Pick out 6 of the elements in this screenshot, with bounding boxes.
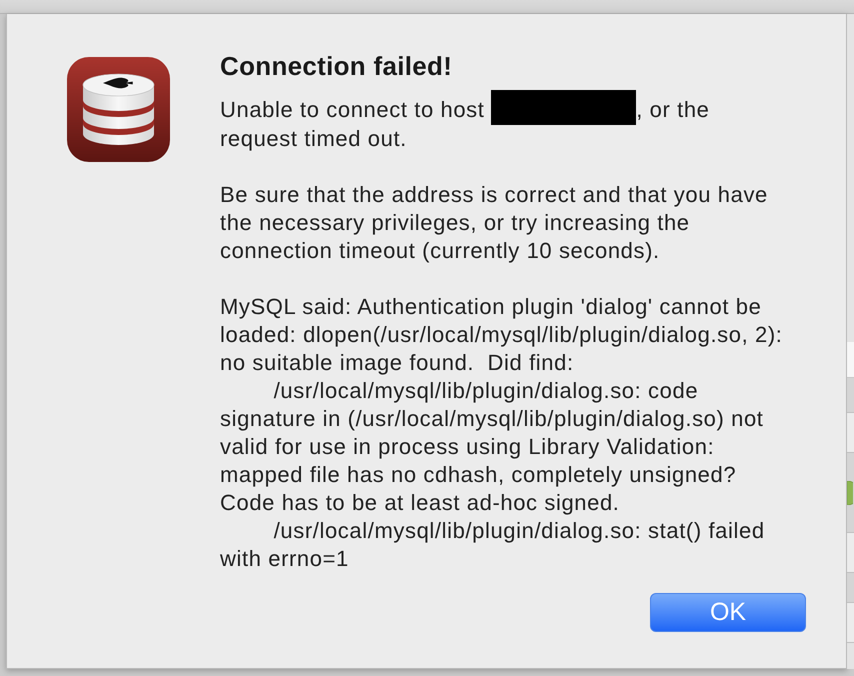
ok-button[interactable]: OK	[650, 593, 806, 632]
message-text: Be sure that the address is correct and that you have the necessary privileges, or try increasing the connection timeout (currently 10 seconds).	[220, 181, 769, 265]
database-icon	[67, 57, 170, 162]
dialog-title: Connection failed!	[220, 51, 454, 81]
message-text: Unable to connect to host , or the request timed out.	[220, 96, 785, 153]
message-text: MySQL said: Authentication plugin 'dialog' cannot be loaded: dlopen(/usr/local/mysql/lib/plugin/dialog.so, 2): no suitable image found. Did find: /usr/local/mysql/lib/plugin/dialog.so: code signature in (/usr/local/mysql/lib/plugin/dialog.so) not valid for use in process using Library Validation: mapped file has no cdhash, completely unsigned? Code has to be at least ad-hoc signed. /usr/local/mysql/lib/plugin/dialog.so: stat() failed with errno=1	[220, 293, 784, 573]
